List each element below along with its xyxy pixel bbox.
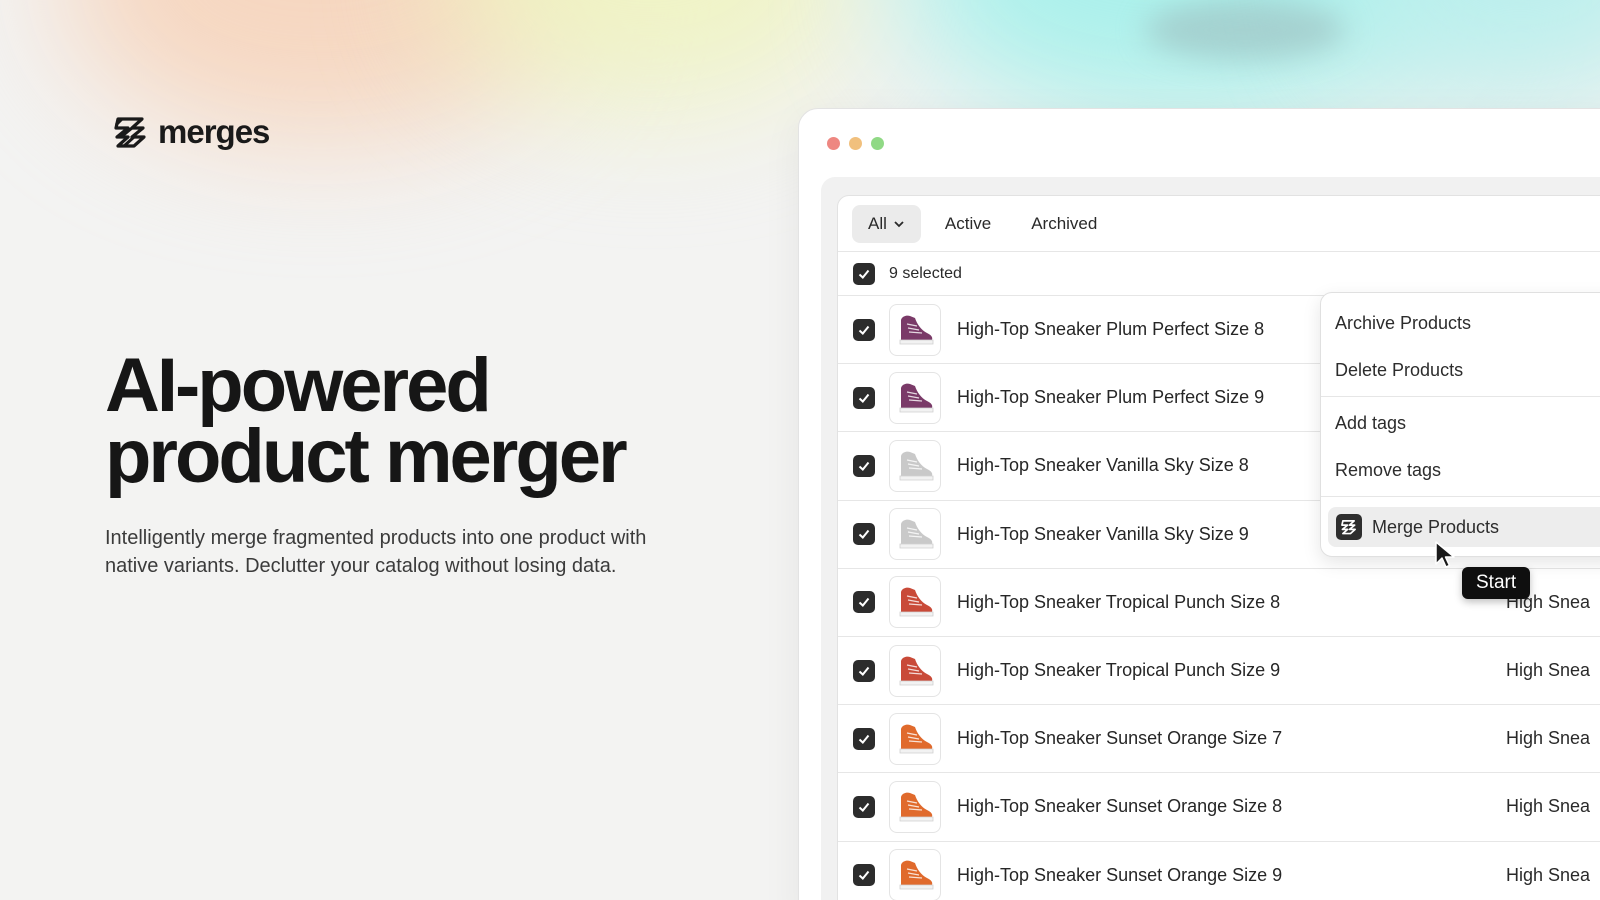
menu-item-add-tags[interactable]: Add tags (1335, 413, 1406, 434)
checkmark-icon (858, 530, 870, 540)
product-name[interactable]: High-Top Sneaker Plum Perfect Size 8 (957, 319, 1264, 340)
product-row[interactable]: High-Top Sneaker Sunset Orange Size 9 Hig… (838, 842, 1600, 900)
product-thumbnail[interactable] (889, 303, 941, 356)
sneaker-icon (899, 656, 934, 685)
product-name[interactable]: High-Top Sneaker Tropical Punch Size 9 (957, 660, 1280, 681)
tab-all-label: All (868, 213, 887, 233)
menu-divider (1321, 396, 1600, 397)
row-checkbox[interactable] (853, 864, 875, 887)
product-thumbnail[interactable] (889, 576, 941, 629)
product-row[interactable]: High-Top Sneaker Tropical Punch Size 9 Hi… (838, 637, 1600, 706)
checkmark-icon (858, 598, 870, 608)
product-thumbnail[interactable] (889, 508, 941, 561)
row-checkbox[interactable] (853, 386, 875, 409)
product-name[interactable]: High-Top Sneaker Vanilla Sky Size 9 (957, 524, 1249, 545)
sneaker-icon (899, 315, 934, 344)
sneaker-icon (899, 587, 934, 617)
menu-item-merge-products[interactable]: Merge Products (1328, 507, 1600, 547)
mouse-pointer-icon (1435, 541, 1455, 568)
product-merged-title: High Snea (1506, 864, 1591, 885)
hero-title: AI-powered product merger (105, 348, 745, 495)
row-checkbox[interactable] (853, 795, 875, 818)
row-checkbox[interactable] (853, 454, 875, 477)
product-name[interactable]: High-Top Sneaker Tropical Punch Size 8 (957, 592, 1280, 613)
close-window-dot[interactable] (827, 137, 840, 150)
checkmark-icon (858, 870, 870, 881)
menu-item-remove-tags[interactable]: Remove tags (1335, 460, 1441, 481)
product-thumbnail[interactable] (889, 780, 941, 833)
brand-logo[interactable]: merges (112, 113, 270, 151)
product-thumbnail[interactable] (889, 644, 941, 697)
row-checkbox[interactable] (853, 523, 875, 546)
maximize-window-dot[interactable] (871, 137, 884, 150)
row-checkbox[interactable] (853, 659, 875, 682)
checkmark-icon (858, 325, 870, 335)
product-row[interactable]: High-Top Sneaker Sunset Orange Size 7 Hig… (838, 705, 1600, 774)
start-tooltip: Start (1462, 567, 1531, 599)
row-checkbox[interactable] (853, 318, 875, 341)
product-row[interactable]: High-Top Sneaker Sunset Orange Size 8 Hig… (838, 773, 1600, 842)
tab-archived-label: Archived (1031, 213, 1098, 233)
product-name[interactable]: High-Top Sneaker Plum Perfect Size 9 (957, 387, 1264, 408)
sneaker-icon (899, 383, 934, 413)
checkmark-icon (858, 269, 870, 279)
sneaker-icon (899, 519, 934, 549)
hero-title-line2: product merger (105, 414, 628, 499)
menu-item-delete-products[interactable]: Delete Products (1335, 360, 1463, 381)
minimize-window-dot[interactable] (849, 137, 862, 150)
select-all-checkbox[interactable] (853, 262, 875, 285)
checkmark-icon (858, 393, 870, 403)
product-thumbnail[interactable] (889, 849, 941, 900)
tab-all[interactable]: All (852, 204, 921, 243)
product-name[interactable]: High-Top Sneaker Vanilla Sky Size 8 (957, 455, 1249, 476)
tab-active[interactable]: Active (929, 205, 1007, 243)
tab-active-label: Active (944, 213, 992, 233)
filter-tabs: All Active Archived (838, 196, 1600, 252)
product-merged-title: High Snea (1506, 728, 1591, 749)
product-thumbnail[interactable] (889, 439, 941, 492)
product-thumbnail[interactable] (889, 712, 941, 765)
product-merged-title: High Snea (1506, 796, 1591, 817)
merge-products-label: Merge Products (1372, 516, 1500, 537)
brand-name: merges (158, 113, 270, 150)
product-name[interactable]: High-Top Sneaker Sunset Orange Size 9 (957, 865, 1282, 886)
hero-section: AI-powered product merger Intelligently … (105, 348, 745, 580)
merges-logo-icon (114, 117, 146, 148)
product-thumbnail[interactable] (889, 371, 941, 424)
checkmark-icon (858, 802, 870, 812)
sneaker-icon (899, 792, 934, 822)
sneaker-icon (899, 860, 934, 890)
checkmark-icon (858, 666, 870, 676)
merges-app-icon (1336, 514, 1362, 540)
product-name[interactable]: High-Top Sneaker Sunset Orange Size 7 (957, 728, 1282, 749)
menu-divider (1321, 496, 1600, 497)
sneaker-icon (899, 451, 934, 481)
selection-bar: 9 selected (838, 252, 1600, 296)
window-controls (827, 137, 884, 150)
row-checkbox[interactable] (853, 727, 875, 750)
product-merged-title: High Snea (1506, 660, 1591, 681)
selected-count: 9 selected (889, 264, 962, 282)
sneaker-icon (899, 724, 934, 754)
product-name[interactable]: High-Top Sneaker Sunset Orange Size 8 (957, 796, 1282, 817)
chevron-down-icon (894, 220, 904, 227)
checkmark-icon (858, 461, 870, 471)
menu-item-archive-products[interactable]: Archive Products (1335, 313, 1471, 334)
row-checkbox[interactable] (853, 591, 875, 614)
checkmark-icon (858, 734, 870, 744)
tab-archived[interactable]: Archived (1015, 205, 1113, 243)
bulk-actions-menu: Archive Products Delete Products Add tag… (1320, 292, 1600, 557)
hero-subtitle: Intelligently merge fragmented products … (105, 527, 647, 577)
